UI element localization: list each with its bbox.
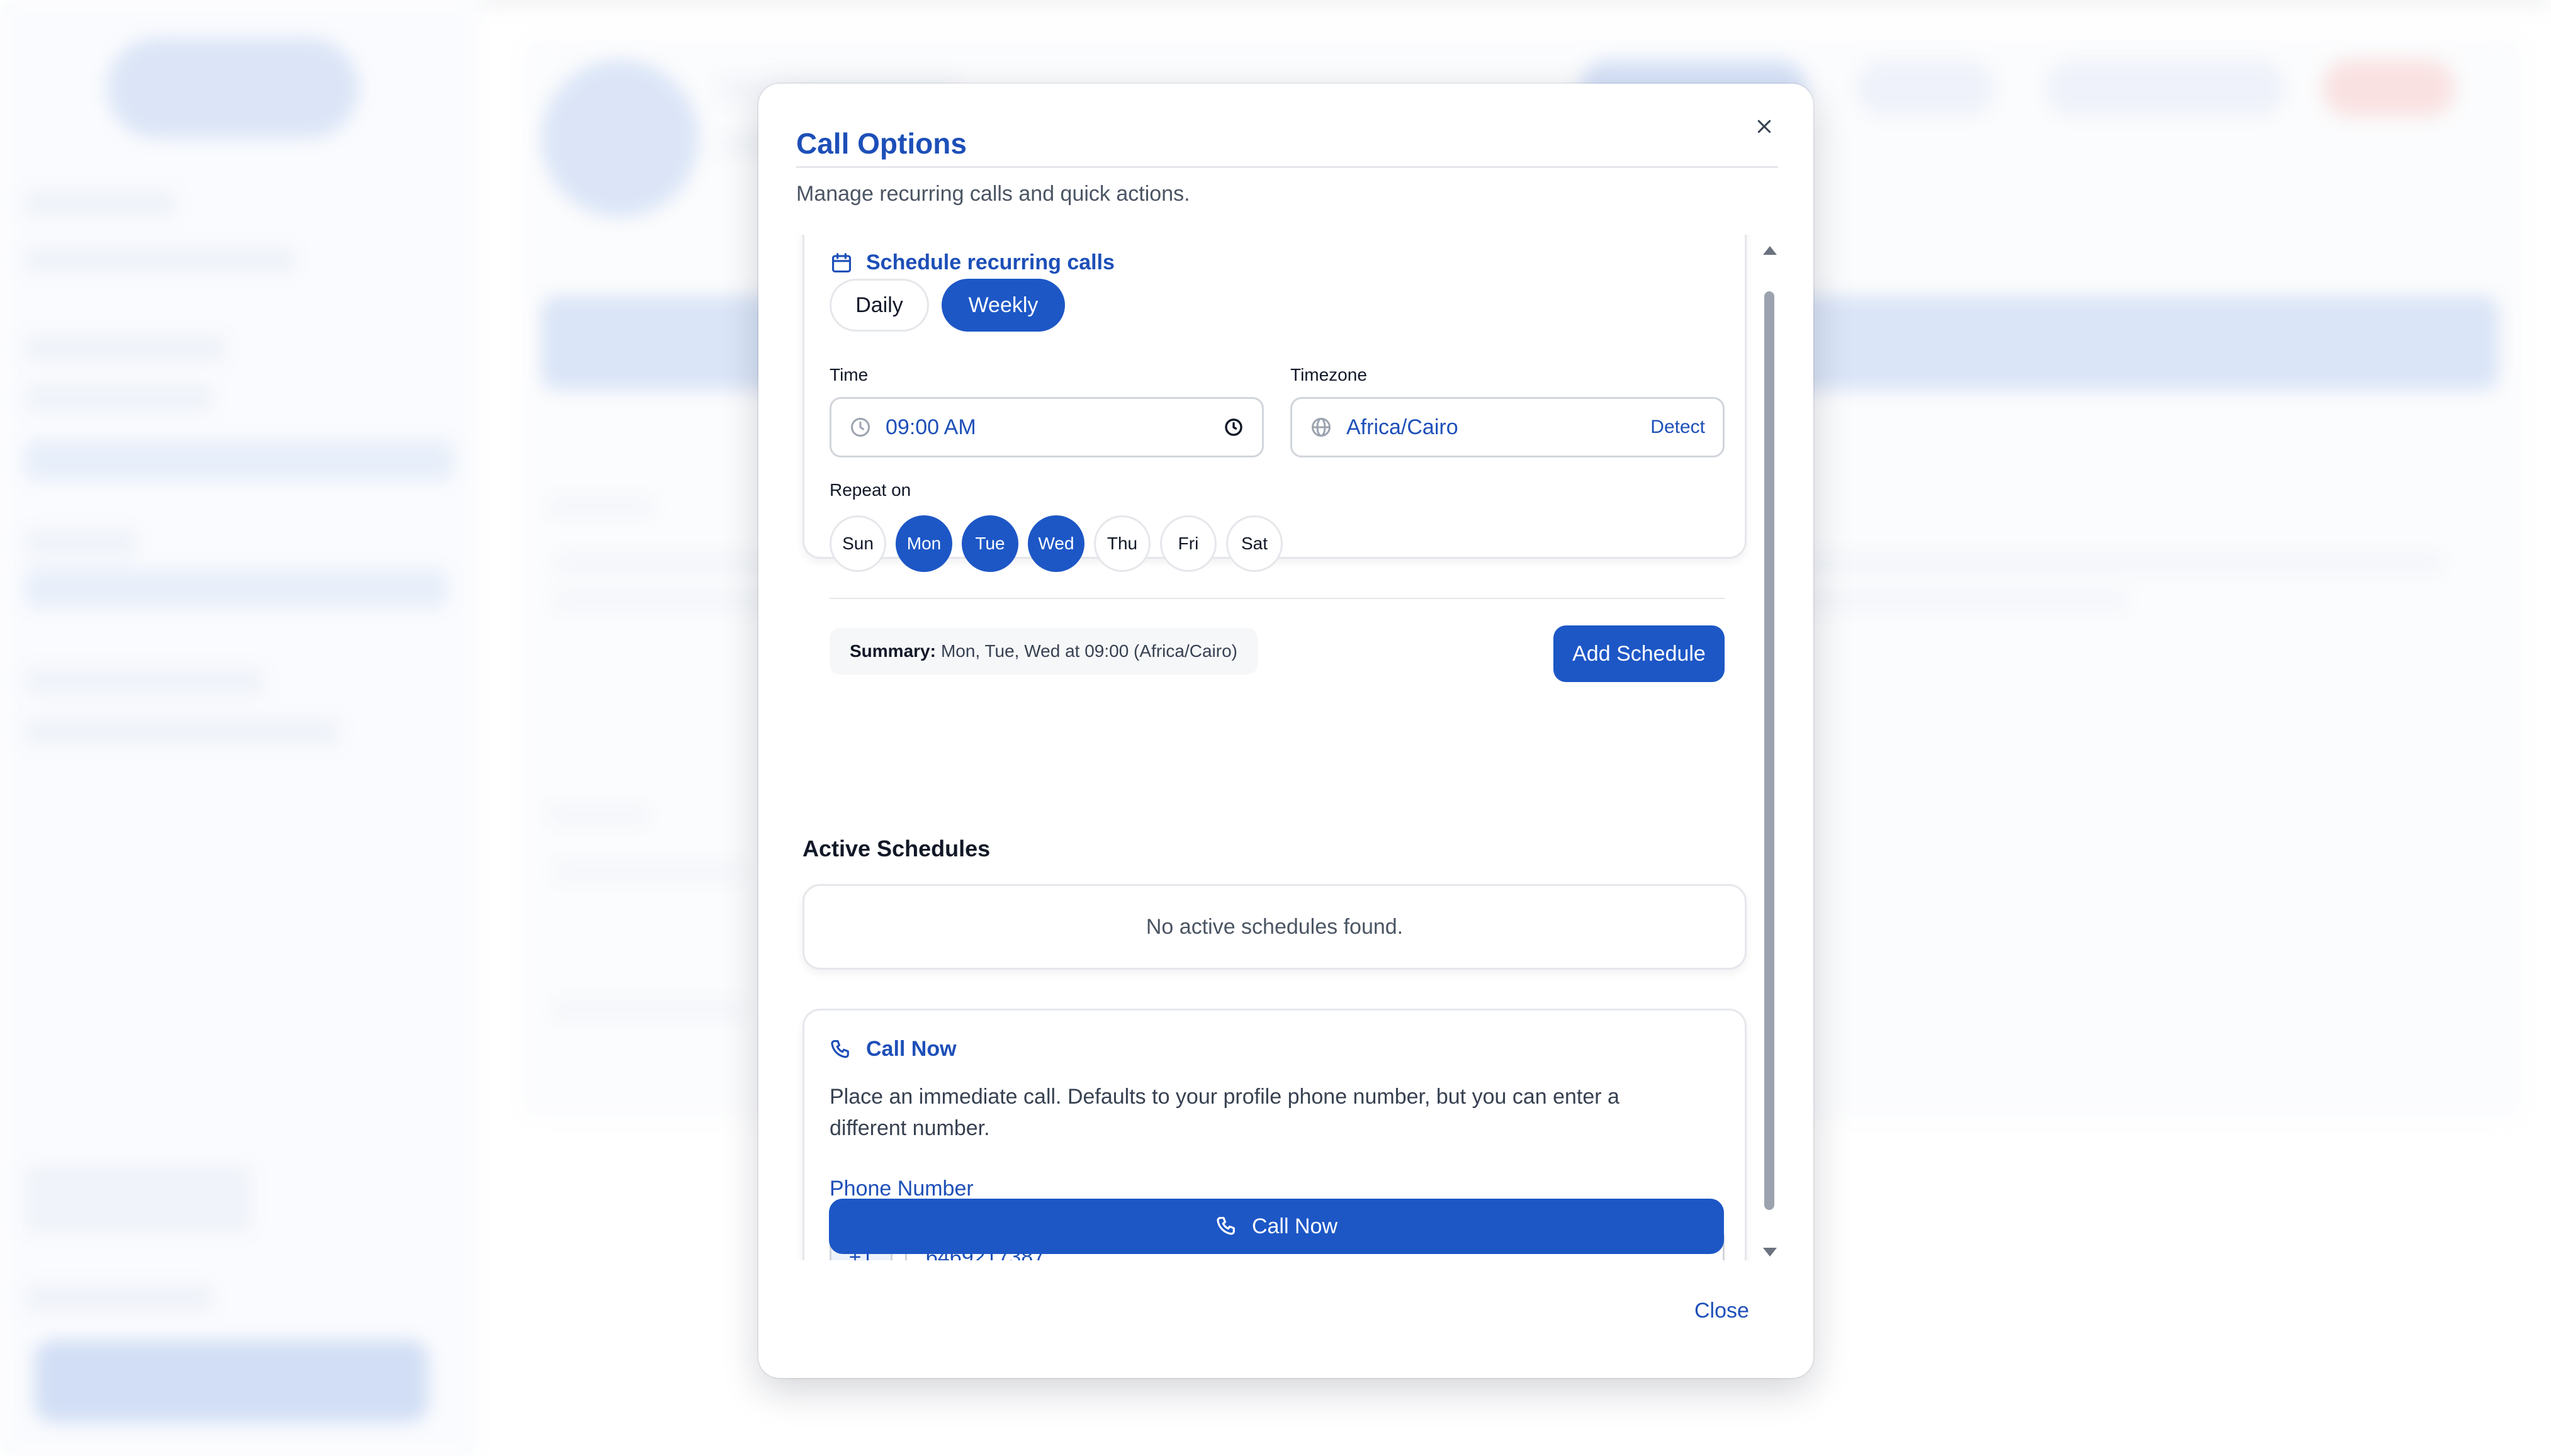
phone-icon (831, 1039, 849, 1058)
repeat-days: Sun Mon Tue Wed Thu Fri Sat (830, 515, 1283, 572)
day-sat-toggle[interactable]: Sat (1226, 515, 1283, 572)
scroll-content: Schedule recurring calls Daily Weekly Ti… (796, 235, 1753, 1260)
time-label: Time (830, 365, 869, 384)
call-now-heading-label: Call Now (866, 1037, 957, 1061)
timezone-value: Africa/Cairo (1346, 415, 1458, 439)
scroll-down-arrow[interactable] (1763, 1248, 1777, 1257)
frequency-daily-button[interactable]: Daily (830, 279, 929, 332)
summary-text: Mon, Tue, Wed at 09:00 (Africa/Cairo) (940, 641, 1237, 661)
call-now-button-label: Call Now (1251, 1214, 1338, 1238)
dialog-scrollbar[interactable] (1759, 235, 1782, 1260)
time-input[interactable]: 09:00 AM (830, 397, 1264, 457)
repeat-on-label: Repeat on (830, 480, 911, 500)
globe-icon (1312, 418, 1331, 437)
day-mon-toggle[interactable]: Mon (896, 515, 952, 572)
call-now-heading: Call Now (830, 1037, 957, 1061)
day-thu-toggle[interactable]: Thu (1094, 515, 1151, 572)
active-schedules-heading: Active Schedules (802, 836, 991, 861)
dialog-title: Call Options (796, 127, 967, 160)
schedule-divider (830, 598, 1725, 599)
active-schedules-empty: No active schedules found. (802, 884, 1747, 970)
schedule-card: Schedule recurring calls Daily Weekly Ti… (802, 235, 1747, 682)
day-tue-toggle[interactable]: Tue (962, 515, 1018, 572)
timezone-label: Timezone (1290, 365, 1367, 384)
day-wed-toggle[interactable]: Wed (1028, 515, 1084, 572)
phone-number-label: Phone Number (830, 1177, 974, 1201)
schedule-heading-label: Schedule recurring calls (866, 250, 1115, 274)
calendar-icon (831, 252, 852, 272)
day-sun-toggle[interactable]: Sun (830, 515, 886, 572)
call-now-description: Place an immediate call. Defaults to you… (830, 1085, 1619, 1140)
time-value: 09:00 AM (886, 415, 976, 439)
close-dialog-button[interactable] (1745, 108, 1783, 145)
scrollbar-thumb[interactable] (1764, 291, 1774, 1210)
call-now-button[interactable]: Call Now (829, 1199, 1724, 1254)
summary-label: Summary: (850, 641, 936, 661)
title-divider (796, 166, 1778, 168)
dialog-scroll-area[interactable]: Schedule recurring calls Daily Weekly Ti… (796, 235, 1781, 1342)
call-options-dialog: Call Options Manage recurring calls and … (758, 84, 1813, 1378)
schedule-summary: Summary: Mon, Tue, Wed at 09:00 (Africa/… (830, 628, 1258, 675)
timezone-input[interactable]: Africa/Cairo Detect (1290, 397, 1725, 457)
frequency-weekly-button[interactable]: Weekly (942, 279, 1065, 332)
add-schedule-button[interactable]: Add Schedule (1553, 625, 1725, 682)
phone-icon (1217, 1216, 1235, 1235)
time-picker-icon[interactable] (1223, 417, 1244, 438)
close-button[interactable]: Close (1694, 1299, 1749, 1323)
detect-timezone-button[interactable]: Detect (1650, 417, 1705, 438)
day-fri-toggle[interactable]: Fri (1160, 515, 1217, 572)
clock-icon (851, 418, 870, 437)
schedule-heading: Schedule recurring calls (830, 250, 1115, 275)
scroll-up-arrow[interactable] (1763, 246, 1777, 255)
dialog-subtitle: Manage recurring calls and quick actions… (796, 182, 1190, 206)
close-icon (1757, 120, 1771, 133)
